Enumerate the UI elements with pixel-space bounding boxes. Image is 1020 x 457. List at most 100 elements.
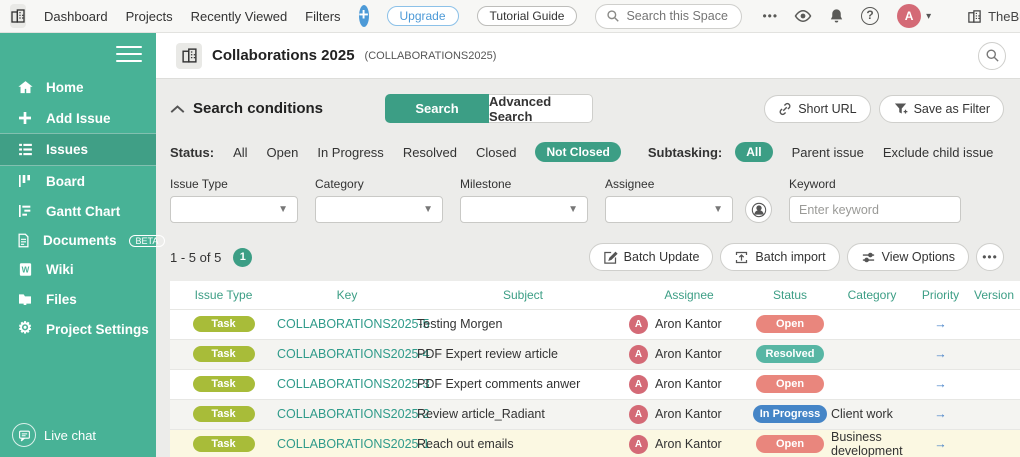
account-menu[interactable]: A ▾ (897, 4, 931, 28)
batch-update-label: Batch Update (623, 250, 700, 264)
nav-projects[interactable]: Projects (126, 9, 173, 24)
overflow-menu-icon[interactable]: ••• (762, 9, 778, 23)
issue-subject[interactable]: Reach out emails (417, 428, 629, 457)
building-icon (10, 8, 26, 24)
batch-import-button[interactable]: Batch import (720, 243, 840, 271)
issue-key-link[interactable]: COLLABORATIONS2025-1 (277, 437, 430, 451)
issue-version (968, 368, 1020, 399)
issue-type-filter-label: Issue Type (170, 177, 228, 191)
col-subject[interactable]: Subject (417, 281, 629, 309)
tab-advanced-search[interactable]: Advanced Search (489, 94, 594, 124)
sidebar-item-wiki[interactable]: W Wiki (0, 255, 156, 284)
issue-subject[interactable]: Testing Morgen (417, 308, 629, 339)
issue-type-badge: Task (192, 316, 255, 332)
col-category[interactable]: Category (831, 281, 913, 309)
svg-text:W: W (21, 266, 29, 275)
help-icon[interactable]: ? (861, 7, 880, 25)
status-option-all[interactable]: All (233, 145, 247, 160)
sidebar-item-project-settings[interactable]: ⚙ Project Settings (0, 314, 156, 344)
issue-type-dropdown[interactable]: ▼ (170, 196, 298, 223)
add-quick-button[interactable]: + (358, 5, 369, 27)
priority-normal-icon: → (913, 368, 968, 399)
sidebar-item-board[interactable]: Board (0, 166, 156, 196)
assign-to-me-button[interactable] (745, 196, 772, 223)
assignee-name: Aron Kantor (655, 407, 722, 421)
col-key[interactable]: Key (277, 281, 417, 309)
notifications-bell-icon[interactable] (828, 8, 845, 25)
batch-update-button[interactable]: Batch Update (588, 243, 714, 271)
tab-search[interactable]: Search (385, 94, 490, 123)
issues-table: Issue Type Key Subject Assignee Status C… (170, 281, 1020, 457)
space-switcher[interactable]: TheBusinessDive (967, 9, 1020, 24)
watch-eye-icon[interactable] (794, 7, 812, 25)
issue-version (968, 428, 1020, 457)
col-assignee[interactable]: Assignee (629, 281, 749, 309)
assignee-name: Aron Kantor (655, 317, 722, 331)
status-option-in-progress[interactable]: In Progress (317, 145, 383, 160)
sidebar-item-documents[interactable]: Documents BETA (0, 226, 166, 255)
live-chat-button[interactable]: Live chat (12, 423, 96, 447)
save-as-filter-button[interactable]: Save as Filter (878, 94, 1004, 123)
category-dropdown[interactable]: ▼ (315, 196, 443, 223)
subtasking-option-all[interactable]: All (735, 142, 773, 162)
nav-recently-viewed[interactable]: Recently Viewed (191, 9, 288, 24)
status-option-closed[interactable]: Closed (476, 145, 516, 160)
space-search[interactable] (595, 3, 743, 29)
tutorial-guide-button[interactable]: Tutorial Guide (476, 6, 578, 26)
sidebar-item-home[interactable]: Home (0, 72, 156, 103)
page-1-button[interactable]: 1 (233, 247, 253, 267)
short-url-button[interactable]: Short URL (764, 94, 871, 123)
search-conditions-label: Search conditions (193, 100, 324, 117)
more-options-button[interactable]: ••• (976, 243, 1004, 271)
col-priority[interactable]: Priority (913, 281, 968, 309)
status-filter-row: Status: All Open In Progress Resolved Cl… (170, 142, 1004, 162)
search-conditions-toggle[interactable]: Search conditions (170, 100, 323, 117)
table-row[interactable]: Task COLLABORATIONS2025-3 PDF Expert com… (170, 368, 1020, 399)
status-option-open[interactable]: Open (267, 145, 299, 160)
sidebar-item-label: Project Settings (46, 321, 149, 337)
issue-subject[interactable]: Review article_Radiant (417, 398, 629, 429)
assignee-dropdown[interactable]: ▼ (605, 196, 733, 223)
keyword-input[interactable] (789, 196, 961, 223)
table-row[interactable]: Task COLLABORATIONS2025-4 PDF Expert rev… (170, 338, 1020, 369)
space-search-input[interactable] (626, 9, 732, 23)
status-option-resolved[interactable]: Resolved (403, 145, 457, 160)
collapse-menu-icon[interactable] (116, 46, 142, 62)
table-row[interactable]: Task COLLABORATIONS2025-5 Testing Morgen… (170, 308, 1020, 339)
col-status[interactable]: Status (749, 281, 831, 309)
status-option-not-closed[interactable]: Not Closed (535, 142, 621, 162)
col-version[interactable]: Version (968, 281, 1020, 309)
batch-import-label: Batch import (755, 250, 826, 264)
view-options-button[interactable]: View Options (846, 243, 969, 271)
sidebar-item-gantt-chart[interactable]: Gantt Chart (0, 196, 156, 226)
app-logo[interactable] (10, 4, 26, 28)
sidebar-item-issues[interactable]: Issues (0, 133, 156, 166)
table-row[interactable]: Task COLLABORATIONS2025-2 Review article… (170, 398, 1020, 429)
issue-type-badge: Task (192, 346, 255, 362)
issue-key-link[interactable]: COLLABORATIONS2025-4 (277, 347, 430, 361)
kanban-board-icon (16, 173, 34, 189)
issue-subject[interactable]: PDF Expert comments anwer (417, 368, 629, 399)
sidebar-item-add-issue[interactable]: Add Issue (0, 103, 156, 133)
project-search-button[interactable] (978, 41, 1006, 70)
sidebar-item-label: Board (46, 173, 86, 189)
issue-subject[interactable]: PDF Expert review article (417, 338, 629, 369)
avatar: A (629, 374, 648, 394)
nav-dashboard[interactable]: Dashboard (44, 9, 108, 24)
issue-key-link[interactable]: COLLABORATIONS2025-5 (277, 317, 430, 331)
nav-filters[interactable]: Filters (305, 9, 340, 24)
milestone-dropdown[interactable]: ▼ (460, 196, 588, 223)
issue-key-link[interactable]: COLLABORATIONS2025-2 (277, 407, 430, 421)
issue-key-link[interactable]: COLLABORATIONS2025-3 (277, 377, 430, 391)
subtasking-option-parent-issue[interactable]: Parent issue (792, 145, 864, 160)
search-conditions-row: Search conditions Search Advanced Search… (170, 94, 1004, 124)
subtasking-option-exclude-child[interactable]: Exclude child issue (883, 145, 994, 160)
wiki-icon: W (16, 262, 34, 277)
col-issue-type[interactable]: Issue Type (170, 281, 277, 309)
topbar-icons: ••• ? (762, 7, 880, 25)
table-row[interactable]: Task COLLABORATIONS2025-1 Reach out emai… (170, 428, 1020, 457)
user-avatar[interactable]: A (897, 4, 922, 28)
issue-type-badge: Task (192, 436, 255, 453)
upgrade-button[interactable]: Upgrade (386, 6, 459, 26)
sidebar-item-files[interactable]: Files (0, 284, 156, 314)
